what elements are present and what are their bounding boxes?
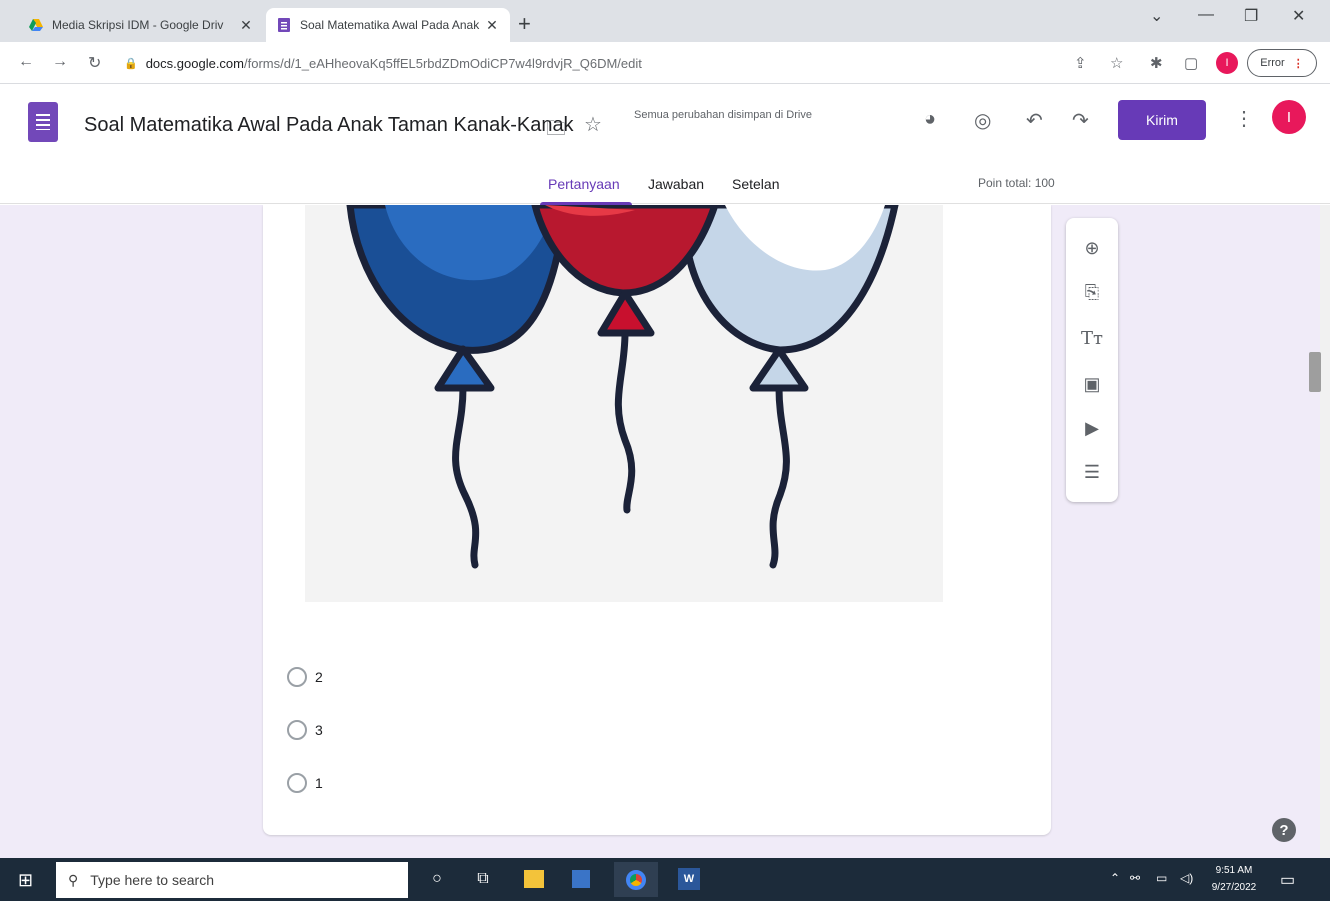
option-row[interactable]: 3 (287, 720, 323, 740)
volume-icon[interactable]: ◁) (1180, 871, 1193, 885)
tray-chevron-icon[interactable]: ⌃ (1110, 871, 1120, 885)
import-questions-icon[interactable]: ⎘ (1066, 272, 1118, 312)
side-panel-icon[interactable]: ▢ (1184, 54, 1198, 72)
radio-button[interactable] (287, 667, 307, 687)
radio-button[interactable] (287, 720, 307, 740)
form-tabs: Pertanyaan Jawaban Setelan Poin total: 1… (0, 84, 1330, 205)
add-image-icon[interactable]: ▣ (1066, 364, 1118, 404)
tab-title: Soal Matematika Awal Pada Anak (300, 18, 480, 32)
add-title-icon[interactable]: Tт (1066, 318, 1118, 358)
add-question-icon[interactable]: ⊕ (1066, 228, 1118, 268)
browser-tab-drive[interactable]: Media Skripsi IDM - Google Driv ✕ (18, 8, 264, 42)
option-label: 2 (315, 669, 323, 685)
store-icon[interactable] (572, 870, 590, 888)
add-video-icon[interactable]: ▶ (1066, 408, 1118, 448)
question-card[interactable]: 2 3 1 (263, 205, 1051, 835)
scrollbar-track[interactable] (1320, 205, 1330, 858)
radio-button[interactable] (287, 773, 307, 793)
scrollbar-thumb[interactable] (1309, 352, 1321, 392)
search-icon: ⚲ (68, 871, 79, 888)
file-explorer-icon[interactable] (524, 870, 544, 888)
chrome-taskbar-icon[interactable] (614, 862, 658, 897)
error-label: Error (1260, 57, 1285, 69)
google-forms-icon (278, 18, 290, 32)
new-tab-button[interactable]: + (518, 10, 531, 38)
google-drive-icon (29, 19, 43, 31)
extensions-icon[interactable]: ✱ (1150, 54, 1163, 72)
close-tab-icon[interactable]: ✕ (484, 17, 500, 34)
balloons-illustration (346, 205, 899, 569)
url-host: docs.google.com (145, 55, 244, 71)
option-row[interactable]: 1 (287, 773, 323, 793)
add-section-icon[interactable]: ☰ (1066, 452, 1118, 492)
cortana-icon[interactable]: ○ (424, 866, 450, 892)
lock-icon: 🔒 (124, 57, 138, 70)
task-view-icon[interactable]: ⧉ (470, 866, 496, 892)
word-icon[interactable]: W (678, 868, 700, 890)
option-label: 3 (315, 722, 323, 738)
form-canvas: 2 3 1 (0, 205, 1320, 858)
browser-profile-avatar[interactable]: I (1216, 52, 1238, 74)
battery-icon[interactable]: ▭ (1156, 871, 1167, 885)
clock-date: 9/27/2022 (1211, 882, 1257, 893)
url-field[interactable]: 🔒 docs.google.com /forms/d/1_eAHheovaKq5… (124, 49, 1024, 77)
minimize-icon[interactable]: — (1198, 6, 1214, 24)
more-vert-icon: ⋮ (1292, 57, 1304, 70)
restore-icon[interactable]: ❐ (1244, 6, 1258, 26)
option-row[interactable]: 2 (287, 667, 323, 687)
bookmark-star-icon[interactable]: ☆ (1110, 54, 1123, 72)
taskbar-search[interactable]: ⚲ Type here to search (56, 862, 408, 898)
question-image (305, 205, 943, 602)
browser-tab-forms[interactable]: Soal Matematika Awal Pada Anak ✕ (266, 8, 510, 42)
address-bar: ← → ↻ 🔒 docs.google.com /forms/d/1_eAHhe… (0, 42, 1330, 84)
chrome-icon (626, 869, 646, 890)
floating-toolbar: ⊕ ⎘ Tт ▣ ▶ ☰ (1066, 218, 1118, 502)
network-icon[interactable]: ⚯ (1130, 871, 1140, 885)
close-tab-icon[interactable]: ✕ (238, 17, 254, 34)
close-window-icon[interactable]: ✕ (1292, 6, 1305, 26)
clock-time: 9:51 AM (1215, 865, 1253, 876)
clock[interactable]: 9:51 AM 9/27/2022 (1206, 862, 1262, 896)
tab-title: Media Skripsi IDM - Google Driv (52, 18, 224, 32)
tab-search-icon[interactable]: ⌄ (1150, 6, 1163, 26)
tab-responses[interactable]: Jawaban (648, 176, 704, 192)
reload-icon[interactable]: ↻ (88, 53, 101, 73)
url-path: /forms/d/1_eAHheovaKq5ffEL5rbdZDmOdiCP7w… (243, 55, 642, 71)
browser-tab-bar: Media Skripsi IDM - Google Driv ✕ Soal M… (0, 0, 1330, 42)
tab-questions[interactable]: Pertanyaan (548, 176, 620, 192)
windows-start-icon[interactable]: ⊞ (18, 870, 33, 891)
help-icon[interactable]: ? (1272, 818, 1296, 842)
tab-settings[interactable]: Setelan (732, 176, 779, 192)
forward-icon[interactable]: → (52, 53, 68, 71)
option-label: 1 (315, 775, 323, 791)
windows-taskbar: ⊞ ⚲ Type here to search ○ ⧉ W ⌃ ⚯ ▭ ◁) 9… (0, 858, 1330, 901)
error-button[interactable]: Error ⋮ (1247, 49, 1317, 77)
points-total: Poin total: 100 (978, 176, 1055, 190)
notifications-icon[interactable]: ▭ (1280, 870, 1295, 890)
search-placeholder: Type here to search (90, 872, 215, 888)
back-icon[interactable]: ← (18, 53, 34, 71)
share-icon[interactable]: ⇪ (1074, 54, 1087, 72)
